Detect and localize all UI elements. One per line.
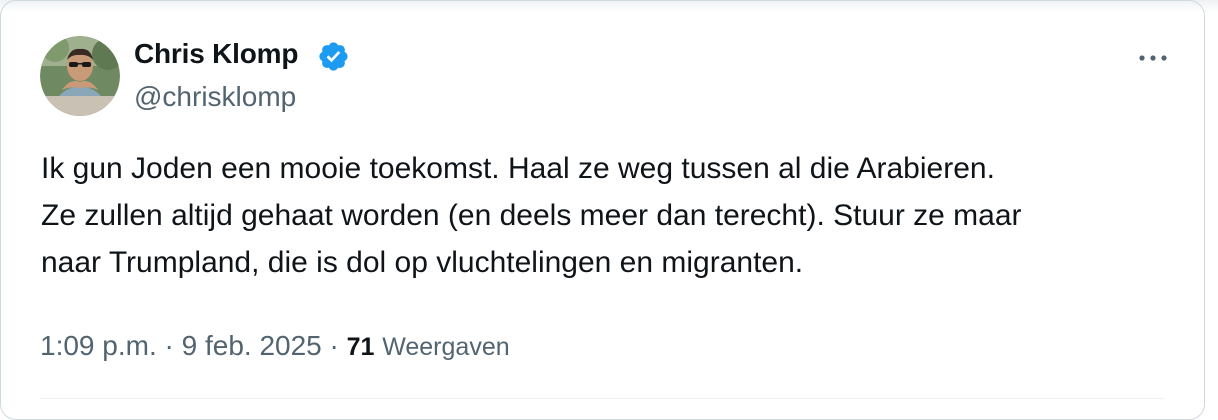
verified-badge-icon <box>319 42 348 71</box>
tweet-text-line: naar Trumpland, die is dol op vluchtelin… <box>41 246 804 279</box>
avatar-photo-icon <box>40 36 120 116</box>
tweet-date[interactable]: 9 feb. 2025 <box>182 330 322 361</box>
views-count: 71 <box>346 333 375 361</box>
tweet-time[interactable]: 1:09 p.m. <box>40 330 157 361</box>
tweet-meta: 1:09 p.m. · 9 feb. 2025 · 71 Weergaven <box>40 330 510 362</box>
tweet-card: Chris Klomp @chrisklomp Ik gun Joden een… <box>0 0 1218 420</box>
meta-separator: · <box>321 330 347 361</box>
divider <box>40 398 1165 399</box>
tweet-text-line: Ze zullen altijd gehaat worden (en deels… <box>41 199 1022 232</box>
avatar[interactable] <box>40 36 120 116</box>
more-horizontal-icon[interactable] <box>1135 44 1171 72</box>
tweet-text: Ik gun Joden een mooie toekomst. Haal ze… <box>41 145 1191 286</box>
views-label: Weergaven <box>382 333 510 361</box>
author-name[interactable]: Chris Klomp <box>134 38 298 70</box>
author-handle[interactable]: @chrisklomp <box>134 81 296 113</box>
meta-separator: · <box>156 330 182 361</box>
tweet-text-line: Ik gun Joden een mooie toekomst. Haal ze… <box>41 152 995 185</box>
